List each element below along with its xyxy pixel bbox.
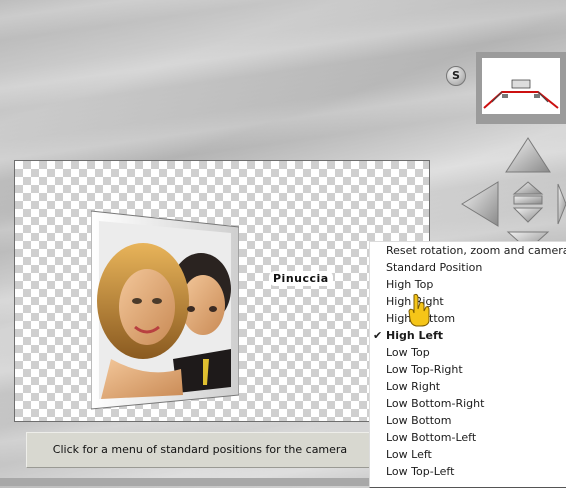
menu-item-label: Low Top-Left: [386, 465, 455, 478]
menu-item-label: Low Right: [386, 380, 441, 393]
preview-canvas[interactable]: Pinuccia: [14, 160, 430, 422]
menu-item[interactable]: High Bottom: [370, 310, 566, 327]
arrow-left-icon[interactable]: [461, 181, 499, 227]
zoom-out-icon[interactable]: [512, 207, 544, 223]
menu-item[interactable]: High Right: [370, 293, 566, 310]
menu-item-label: Low Bottom-Right: [386, 397, 485, 410]
menu-item-label: Standard Position: [386, 261, 483, 274]
menu-item[interactable]: Reset rotation, zoom and camera: [370, 242, 566, 259]
hand-cursor-icon: [408, 293, 430, 327]
camera-thumbnail[interactable]: [476, 52, 566, 124]
menu-item[interactable]: Standard Position: [370, 259, 566, 276]
check-icon: ✔: [373, 329, 383, 342]
center-button[interactable]: [513, 195, 543, 205]
menu-item[interactable]: ✔ High Left: [370, 327, 566, 344]
menu-item-label: Low Top: [386, 346, 430, 359]
watermark-label: Pinuccia: [269, 271, 333, 286]
menu-item[interactable]: Low Right: [370, 378, 566, 395]
menu-item-label: Low Bottom-Left: [386, 431, 477, 444]
menu-item-label: Low Top-Right: [386, 363, 463, 376]
menu-item[interactable]: Low Left: [370, 446, 566, 463]
arrow-right-icon[interactable]: [557, 183, 566, 225]
menu-item[interactable]: Low Top-Left: [370, 463, 566, 480]
zoom-in-icon[interactable]: [512, 181, 544, 195]
status-bar: Click for a menu of standard positions f…: [26, 432, 374, 468]
menu-item[interactable]: Low Top-Right: [370, 361, 566, 378]
menu-item-label: High Left: [386, 329, 444, 342]
menu-item-label: High Top: [386, 278, 434, 291]
camera-navigation-pad: [458, 134, 566, 252]
menu-item[interactable]: Low Bottom-Left: [370, 429, 566, 446]
camera-position-menu: Reset rotation, zoom and camera Standard …: [369, 241, 566, 488]
menu-item-label: Low Left: [386, 448, 432, 461]
s-button[interactable]: S: [446, 66, 466, 86]
arrow-up-icon[interactable]: [505, 137, 551, 173]
menu-item-label: Reset rotation, zoom and camera: [386, 244, 566, 257]
menu-item-label: Low Bottom: [386, 414, 452, 427]
menu-item[interactable]: High Top: [370, 276, 566, 293]
camera-thumbnail-icon: [482, 58, 560, 114]
menu-item[interactable]: Low Bottom-Right: [370, 395, 566, 412]
menu-item[interactable]: Low Top: [370, 344, 566, 361]
portrait-image: [91, 210, 239, 410]
menu-item[interactable]: Low Bottom: [370, 412, 566, 429]
